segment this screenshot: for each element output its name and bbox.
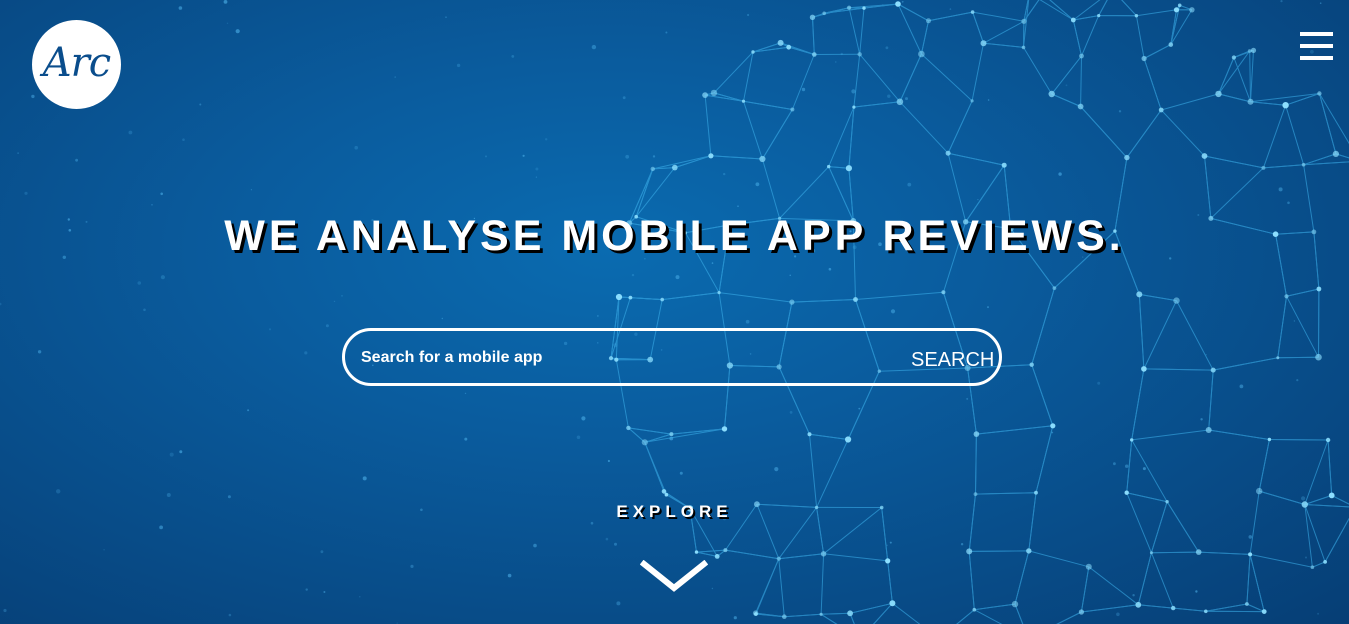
- search-input[interactable]: [359, 343, 903, 373]
- hero-section: Arc WE ANALYSE MOBILE APP REVIEWS. SEARC…: [0, 0, 1349, 624]
- network-globe-background: [0, 0, 1349, 624]
- menu-line: [1300, 44, 1333, 48]
- search-button[interactable]: SEARCH: [911, 349, 994, 372]
- logo-text: Arc: [42, 39, 111, 86]
- search-bar: SEARCH: [342, 328, 1002, 386]
- page-title: WE ANALYSE MOBILE APP REVIEWS.: [224, 212, 1125, 260]
- hamburger-menu-icon[interactable]: [1300, 32, 1333, 60]
- menu-line: [1300, 32, 1333, 36]
- logo[interactable]: Arc: [32, 20, 121, 109]
- menu-line: [1300, 56, 1333, 60]
- explore-link[interactable]: EXPLORE: [0, 502, 1349, 522]
- chevron-down-icon[interactable]: [640, 560, 708, 594]
